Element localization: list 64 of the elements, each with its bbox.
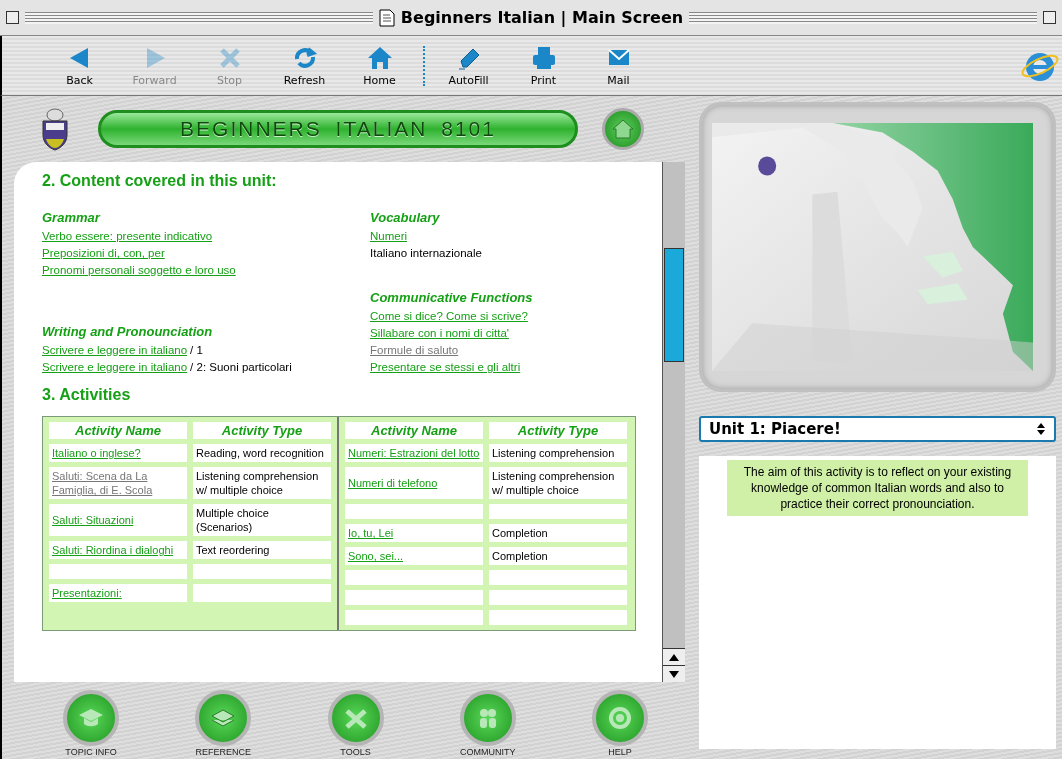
zoom-box[interactable] [1043,11,1056,24]
unit-dropdown[interactable]: Unit 1: Piacere! [699,416,1056,442]
home-button[interactable]: Home [342,44,417,87]
activity-link[interactable]: Numeri di telefono [348,476,438,490]
section-heading: 3. Activities [42,386,132,404]
column-header: Activity Type [193,422,331,439]
crest-icon [40,107,70,151]
column-header: Activity Name [49,422,187,439]
topic-heading: Vocabulary [370,210,441,225]
topic-link[interactable]: Sillabare con i nomi di citta' [370,327,509,339]
topic-link[interactable]: Numeri [370,230,408,242]
topic-heading: Grammar [42,210,102,225]
back-button[interactable]: Back [42,44,117,87]
topic-link[interactable]: Verbo essere: presente indicativo [42,230,213,242]
section-heading: 2. Content covered in this unit: [42,172,278,190]
activity-link[interactable]: Numeri: Estrazioni del lotto [348,446,480,460]
scroll-down-icon[interactable] [669,670,679,678]
dropdown-arrows-icon [1036,422,1046,436]
activity-type: Multiple choice (Scenarios) [196,506,270,534]
column-header: Activity Type [489,422,627,439]
topic-link[interactable]: Preposizioni di, con, per [42,247,165,259]
activity-link[interactable]: Saluti: Scena da La Famiglia, di E. Scola [52,469,184,497]
topic-link[interactable]: Formule di saluto [370,344,459,356]
activity-type: Reading, word recognition [196,446,324,460]
book-stack-icon [210,707,237,729]
topic-link[interactable]: Presentare se stessi e gli altri [370,361,521,373]
scrollbar[interactable] [662,162,685,682]
document-icon [378,8,395,27]
activity-link[interactable]: Presentazioni: [52,586,122,600]
topic-link[interactable]: Pronomi personali soggetto e loro uso [42,264,236,276]
topic-note: / 2: Suoni particolari [190,361,292,373]
refresh-button[interactable]: Refresh [267,44,342,87]
topic-text: Italiano internazionale [370,247,482,259]
activity-type: Completion [492,549,548,563]
activity-type: Text reordering [196,543,270,557]
activity-type: Listening comprehension w/ multiple choice [492,469,616,497]
course-title-banner: BEGINNERS ITALIAN 8101 [98,110,578,148]
column-header: Activity Name [345,422,483,439]
home-button[interactable] [602,108,644,150]
scroll-thumb[interactable] [664,248,684,362]
lifebuoy-icon [607,707,633,729]
topic-link[interactable]: Come si dice? Come si scrive? [370,310,528,322]
window-title: Beginners Italian | Main Screen [400,8,684,27]
autofill-button[interactable]: AutoFill [431,44,506,87]
activity-type: Listening comprehension [492,446,615,460]
topic-heading: Writing and Pronounciation [42,324,214,339]
activity-link[interactable]: Sono, sei... [348,549,404,563]
activity-description: The aim of this activity is to reflect on your existing knowledge of common Italian words and also to practice their correct pronounciation. [727,460,1028,516]
activity-link[interactable]: Io, tu, Lei [348,526,394,540]
activity-link[interactable]: Saluti: Riordina i dialoghi [52,543,174,557]
topic-link[interactable]: Scrivere e leggere in italiano [42,344,188,356]
activity-link[interactable]: Italiano o inglese? [52,446,141,460]
mail-button[interactable]: Mail [581,44,656,87]
topic-heading: Communicative Functions [370,290,534,305]
topic-link[interactable]: Scrivere e leggere in italiano [42,361,188,373]
activity-type: Completion [492,526,548,540]
print-button[interactable]: Print [506,44,581,87]
graduation-cap-icon [78,707,104,729]
activity-type: Listening comprehension w/ multiple choice [196,469,320,497]
close-box[interactable] [6,11,19,24]
scroll-up-icon[interactable] [669,653,679,661]
topic-note: / 1 [190,344,203,356]
activity-link[interactable]: Saluti: Situazioni [52,513,134,527]
home-icon [612,119,634,139]
